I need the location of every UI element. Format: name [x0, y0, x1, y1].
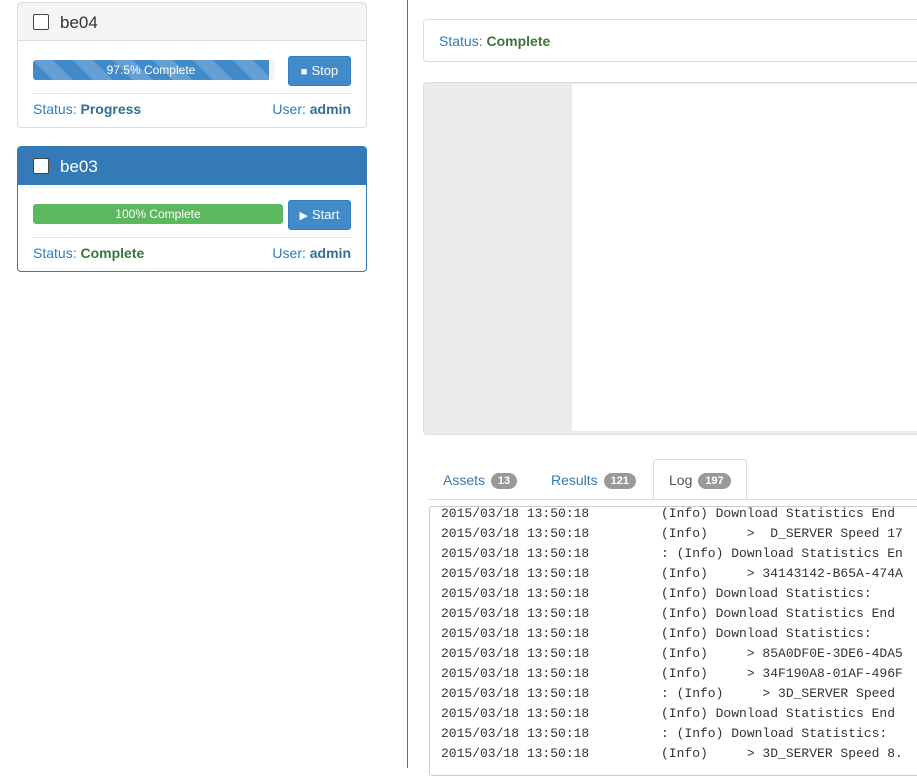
log-timestamp: 2015/03/18 13:50:18 [441, 686, 590, 701]
tab-results-count: 121 [603, 473, 636, 489]
log-timestamp: 2015/03/18 13:50:18 [441, 586, 590, 601]
log-line: 2015/03/18 13:50:18 : (Info) Download Sta… [441, 724, 903, 744]
log-line: 2015/03/18 13:50:18 (Info) > 3D_SERVER Sp… [441, 744, 903, 764]
detail-status-label: Status: [439, 33, 483, 49]
log-timestamp: 2015/03/18 13:50:18 [441, 606, 590, 621]
log-message: (Info) > D_SERVER Speed 17 [661, 526, 903, 541]
job-body: 97.5% Complete ■ Stop Status: Progress Us… [18, 41, 366, 127]
job-panel-be04[interactable]: be04 97.5% Complete ■ Stop Status: Progre… [17, 2, 367, 128]
log-message: (Info) > 34F190A8-01AF-496F [661, 666, 903, 681]
log-timestamp: 2015/03/18 13:50:18 [441, 666, 590, 681]
detail-status-bar: Status: Complete [423, 19, 917, 62]
log-lines: 2015/03/18 13:50:18 (Info) Download Stati… [441, 506, 903, 764]
job-title: be04 [60, 13, 98, 32]
log-timestamp: 2015/03/18 13:50:18 [441, 646, 590, 661]
log-output[interactable]: 2015/03/18 13:50:18 (Info) Download Stati… [429, 506, 917, 776]
log-message: : (Info) > 3D_SERVER Speed [661, 686, 896, 701]
job-status: Status: Progress [33, 99, 141, 119]
job-user-value: admin [309, 101, 351, 117]
job-status-value: Progress [80, 101, 142, 117]
log-line: 2015/03/18 13:50:18 : (Info) > 3D_SERVER … [441, 684, 903, 704]
tab-assets-label: Assets [443, 472, 486, 488]
log-line: 2015/03/18 13:50:18 (Info) Download Stati… [441, 604, 903, 624]
job-list: be04 97.5% Complete ■ Stop Status: Progre… [0, 0, 407, 768]
detail-status-value: Complete [486, 33, 551, 49]
log-timestamp: 2015/03/18 13:50:18 [441, 526, 590, 541]
preview-canvas[interactable] [572, 84, 917, 431]
tab-results[interactable]: Results 121 [536, 459, 651, 499]
log-timestamp: 2015/03/18 13:50:18 [441, 626, 590, 641]
column-divider [407, 0, 408, 768]
log-timestamp: 2015/03/18 13:50:18 [441, 566, 590, 581]
log-message: (Info) > 34143142-B65A-474A [661, 566, 903, 581]
job-progress: 97.5% Complete [33, 60, 275, 80]
log-message: (Info) Download Statistics: [661, 586, 872, 601]
job-divider [33, 93, 351, 94]
job-user-label: User: [272, 101, 306, 117]
job-status: Status: Complete [33, 243, 144, 263]
job-heading: be04 [18, 3, 366, 41]
job-heading: be03 [18, 147, 366, 185]
job-body: 100% Complete ▶ Start Status: Complete Us… [18, 185, 366, 271]
log-message: : (Info) Download Statistics: [661, 726, 888, 741]
log-line: 2015/03/18 13:50:18 (Info) > 34143142-B65… [441, 564, 903, 584]
log-line: 2015/03/18 13:50:18 (Info) > 85A0DF0E-3DE… [441, 644, 903, 664]
job-divider [33, 237, 351, 238]
start-button-label: Start [312, 207, 340, 222]
tab-assets-count: 13 [490, 473, 518, 489]
preview-viewer[interactable] [423, 82, 917, 435]
log-message: (Info) > 85A0DF0E-3DE6-4DA5 [661, 646, 903, 661]
log-line: 2015/03/18 13:50:18 (Info) Download Stati… [441, 704, 903, 724]
log-line: 2015/03/18 13:50:18 (Info) Download Stati… [441, 506, 903, 524]
stop-button-label: Stop [311, 63, 339, 78]
log-line: 2015/03/18 13:50:18 : (Info) Download Sta… [441, 544, 903, 564]
tab-log-label: Log [669, 472, 693, 488]
log-timestamp: 2015/03/18 13:50:18 [441, 706, 590, 721]
detail-tabs: Assets 13 Results 121 Log 197 [428, 459, 917, 500]
job-panel-be03[interactable]: be03 100% Complete ▶ Start Status: Comple… [17, 146, 367, 272]
tab-log-count: 197 [698, 473, 731, 489]
log-message: (Info) Download Statistics End [661, 606, 896, 621]
job-progress-label: 100% Complete [115, 207, 201, 221]
job-status-label: Status: [33, 101, 77, 117]
job-user-label: User: [272, 245, 306, 261]
tab-assets[interactable]: Assets 13 [428, 459, 532, 499]
play-icon: ▶ [299, 210, 308, 222]
log-message: (Info) Download Statistics End [661, 506, 896, 521]
job-progress-bar: 97.5% Complete [33, 60, 269, 80]
job-status-label: Status: [33, 245, 77, 261]
log-timestamp: 2015/03/18 13:50:18 [441, 506, 590, 521]
log-message: (Info) Download Statistics: [661, 626, 872, 641]
tab-results-label: Results [551, 472, 598, 488]
stop-button[interactable]: ■ Stop [288, 56, 351, 86]
job-select-checkbox[interactable] [33, 14, 49, 30]
log-timestamp: 2015/03/18 13:50:18 [441, 746, 590, 761]
job-progress: 100% Complete [33, 204, 283, 224]
start-button[interactable]: ▶ Start [288, 200, 351, 230]
job-status-value: Complete [80, 245, 145, 261]
log-line: 2015/03/18 13:50:18 (Info) Download Stati… [441, 624, 903, 644]
stop-icon: ■ [300, 66, 308, 78]
log-line: 2015/03/18 13:50:18 (Info) > 34F190A8-01A… [441, 664, 903, 684]
log-line: 2015/03/18 13:50:18 (Info) Download Stati… [441, 584, 903, 604]
tabs-baseline [428, 499, 917, 500]
job-user-value: admin [309, 245, 351, 261]
log-message: (Info) Download Statistics End [661, 706, 896, 721]
job-user: User: admin [272, 243, 351, 263]
job-title: be03 [60, 157, 98, 176]
log-timestamp: 2015/03/18 13:50:18 [441, 546, 590, 561]
log-line: 2015/03/18 13:50:18 (Info) > D_SERVER Spe… [441, 524, 903, 544]
detail-status: Status: Complete [439, 33, 550, 49]
log-timestamp: 2015/03/18 13:50:18 [441, 726, 590, 741]
job-progress-bar: 100% Complete [33, 204, 283, 224]
tab-log[interactable]: Log 197 [653, 459, 747, 500]
job-user: User: admin [272, 99, 351, 119]
job-select-checkbox[interactable] [33, 158, 49, 174]
log-message: : (Info) Download Statistics En [661, 546, 903, 561]
log-message: (Info) > 3D_SERVER Speed 8. [661, 746, 903, 761]
job-progress-label: 97.5% Complete [106, 63, 196, 77]
